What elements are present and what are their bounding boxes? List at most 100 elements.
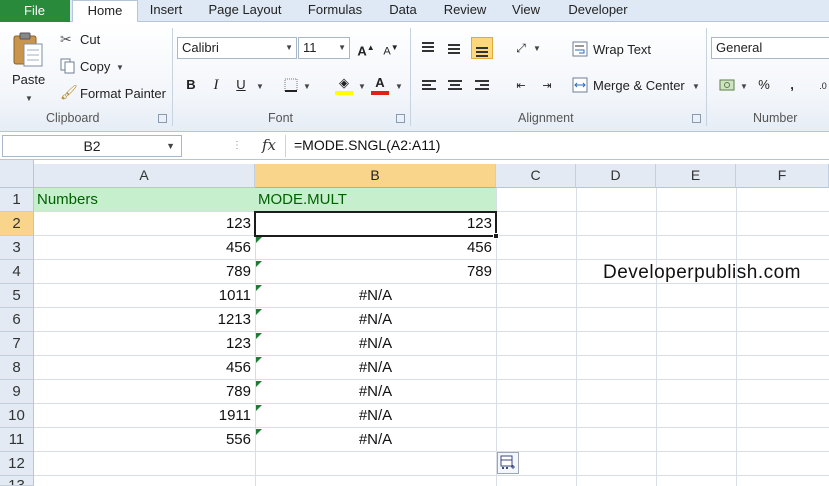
cell-b7[interactable]: #N/A bbox=[255, 332, 496, 356]
comma-style-button[interactable]: , bbox=[781, 74, 803, 96]
formula-input[interactable]: =MODE.SNGL(A2:A11) bbox=[285, 135, 829, 157]
grow-font-button[interactable]: A▲ bbox=[355, 37, 377, 59]
percent-style-button[interactable]: % bbox=[753, 74, 775, 96]
error-indicator-icon[interactable] bbox=[256, 381, 262, 387]
file-tab[interactable]: File bbox=[0, 0, 70, 22]
cell-a6[interactable]: 1213 bbox=[34, 308, 255, 332]
cell-b10[interactable]: #N/A bbox=[255, 404, 496, 428]
font-color-button[interactable]: A bbox=[369, 72, 391, 95]
error-indicator-icon[interactable] bbox=[256, 405, 262, 411]
number-format-select[interactable]: General bbox=[711, 37, 829, 59]
tab-formulas[interactable]: Formulas bbox=[298, 0, 372, 22]
cell-a11[interactable]: 556 bbox=[34, 428, 255, 452]
tab-insert[interactable]: Insert bbox=[140, 0, 192, 22]
cell-b11[interactable]: #N/A bbox=[255, 428, 496, 452]
font-name-select[interactable]: Calibri ▼ bbox=[177, 37, 297, 59]
fill-color-button[interactable]: ◈ bbox=[333, 72, 355, 95]
align-right-button[interactable] bbox=[471, 74, 493, 96]
bold-button[interactable]: B bbox=[180, 74, 202, 96]
cell-a2[interactable]: 123 bbox=[34, 212, 255, 236]
tab-review[interactable]: Review bbox=[434, 0, 496, 22]
cell-a7[interactable]: 123 bbox=[34, 332, 255, 356]
cell-b8[interactable]: #N/A bbox=[255, 356, 496, 380]
error-indicator-icon[interactable] bbox=[256, 237, 262, 243]
orientation-button[interactable]: ⤢ bbox=[510, 37, 532, 59]
row-header-3[interactable]: 3 bbox=[0, 236, 34, 260]
row-header-4[interactable]: 4 bbox=[0, 260, 34, 284]
column-header-e[interactable]: E bbox=[656, 164, 736, 188]
cell-a4[interactable]: 789 bbox=[34, 260, 255, 284]
align-bottom-button[interactable] bbox=[471, 37, 493, 59]
error-indicator-icon[interactable] bbox=[256, 333, 262, 339]
error-indicator-icon[interactable] bbox=[256, 285, 262, 291]
align-center-button[interactable] bbox=[444, 74, 466, 96]
increase-indent-button[interactable]: ⇥ bbox=[536, 74, 558, 96]
row-header-12[interactable]: 12 bbox=[0, 452, 34, 476]
clipboard-launcher-icon[interactable] bbox=[158, 114, 167, 123]
cell-a9[interactable]: 789 bbox=[34, 380, 255, 404]
fill-handle[interactable] bbox=[493, 233, 499, 239]
align-middle-button[interactable] bbox=[444, 37, 466, 59]
shrink-font-button[interactable]: A▼ bbox=[380, 37, 402, 59]
column-header-c[interactable]: C bbox=[496, 164, 576, 188]
font-color-dropdown-icon[interactable]: ▼ bbox=[395, 82, 403, 91]
error-indicator-icon[interactable] bbox=[256, 357, 262, 363]
underline-button[interactable]: U bbox=[230, 74, 252, 96]
italic-button[interactable]: I bbox=[205, 74, 227, 96]
formula-bar-splitter[interactable]: ⋮ bbox=[232, 140, 242, 151]
cell-b6[interactable]: #N/A bbox=[255, 308, 496, 332]
row-header-2[interactable]: 2 bbox=[0, 212, 34, 236]
paste-options-button[interactable] bbox=[497, 452, 519, 474]
name-box[interactable]: B2 ▼ bbox=[2, 135, 182, 157]
borders-dropdown-icon[interactable]: ▼ bbox=[303, 82, 311, 91]
row-header-11[interactable]: 11 bbox=[0, 428, 34, 452]
cell-b1[interactable]: MODE.MULT bbox=[255, 188, 496, 211]
tab-home[interactable]: Home bbox=[72, 0, 138, 23]
row-header-8[interactable]: 8 bbox=[0, 356, 34, 380]
align-left-button[interactable] bbox=[418, 74, 440, 96]
error-indicator-icon[interactable] bbox=[256, 429, 262, 435]
tab-page-layout[interactable]: Page Layout bbox=[198, 0, 292, 22]
row-header-5[interactable]: 5 bbox=[0, 284, 34, 308]
tab-view[interactable]: View bbox=[502, 0, 550, 22]
row-header-10[interactable]: 10 bbox=[0, 404, 34, 428]
copy-button[interactable]: Copy ▼ bbox=[58, 57, 128, 77]
row-header-13[interactable]: 13 bbox=[0, 476, 34, 486]
row-header-1[interactable]: 1 bbox=[0, 188, 34, 212]
cut-button[interactable]: ✂ Cut bbox=[58, 30, 118, 50]
row-header-6[interactable]: 6 bbox=[0, 308, 34, 332]
select-all-button[interactable] bbox=[0, 160, 34, 188]
cell-b3[interactable]: 456 bbox=[255, 236, 496, 260]
align-top-button[interactable] bbox=[418, 37, 440, 59]
column-header-f[interactable]: F bbox=[736, 164, 829, 188]
cell-a1[interactable]: Numbers bbox=[34, 188, 255, 211]
underline-dropdown-icon[interactable]: ▼ bbox=[256, 82, 264, 91]
error-indicator-icon[interactable] bbox=[256, 309, 262, 315]
insert-function-icon[interactable]: fx bbox=[262, 136, 276, 154]
row-header-9[interactable]: 9 bbox=[0, 380, 34, 404]
cell-a8[interactable]: 456 bbox=[34, 356, 255, 380]
cell-a10[interactable]: 1911 bbox=[34, 404, 255, 428]
accounting-format-button[interactable] bbox=[716, 74, 738, 96]
font-size-select[interactable]: 11 ▼ bbox=[298, 37, 350, 59]
decrease-indent-button[interactable]: ⇤ bbox=[510, 74, 532, 96]
merge-center-button[interactable]: Merge & Center ▼ bbox=[570, 75, 700, 97]
alignment-launcher-icon[interactable] bbox=[692, 114, 701, 123]
paste-button[interactable]: Paste ▼ bbox=[6, 28, 50, 106]
accounting-dropdown-icon[interactable]: ▼ bbox=[740, 82, 748, 91]
column-header-a[interactable]: A bbox=[34, 164, 255, 188]
increase-decimal-button[interactable]: .0 bbox=[812, 74, 829, 96]
format-painter-button[interactable]: 🖌 Format Painter bbox=[58, 84, 168, 104]
column-header-d[interactable]: D bbox=[576, 164, 656, 188]
wrap-text-button[interactable]: Wrap Text bbox=[570, 39, 670, 61]
tab-data[interactable]: Data bbox=[378, 0, 428, 22]
cell-a3[interactable]: 456 bbox=[34, 236, 255, 260]
cell-a5[interactable]: 1011 bbox=[34, 284, 255, 308]
tab-developer[interactable]: Developer bbox=[556, 0, 640, 22]
fill-color-dropdown-icon[interactable]: ▼ bbox=[358, 82, 366, 91]
cell-b9[interactable]: #N/A bbox=[255, 380, 496, 404]
orientation-dropdown-icon[interactable]: ▼ bbox=[533, 44, 541, 53]
column-header-b[interactable]: B bbox=[255, 164, 496, 188]
error-indicator-icon[interactable] bbox=[256, 261, 262, 267]
font-launcher-icon[interactable] bbox=[396, 114, 405, 123]
